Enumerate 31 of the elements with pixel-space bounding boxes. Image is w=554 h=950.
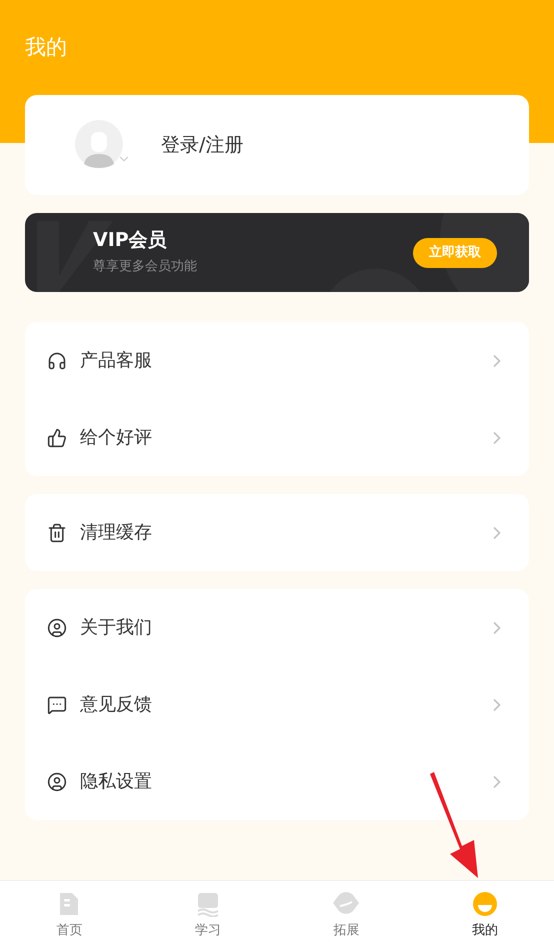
menu-label: 给个好评 [80, 426, 153, 450]
profile-card[interactable]: 登录/注册 [25, 95, 529, 195]
thumbs-up-icon [47, 428, 67, 448]
menu-item[interactable]: 关于我们 [25, 589, 529, 666]
headset-icon [47, 350, 67, 370]
user-circle-icon [47, 772, 67, 792]
smiley-icon [472, 890, 498, 917]
planet-icon [331, 890, 362, 917]
login-link[interactable]: 登录/注册 [161, 130, 244, 160]
page-title: 我的 [25, 34, 67, 61]
menu-label: 隐私设置 [80, 770, 153, 794]
vip-subtitle: 尊享更多会员功能 [93, 258, 198, 276]
tab-item[interactable]: 学习 [138, 881, 277, 950]
user-circle-icon [47, 618, 67, 638]
menu-item[interactable]: 给个好评 [25, 399, 529, 476]
menu-item[interactable]: 隐私设置 [25, 743, 529, 820]
tab-item[interactable]: 首页 [0, 881, 138, 950]
tab-item[interactable]: 拓展 [277, 881, 416, 950]
message-icon [47, 694, 67, 714]
menu-label: 产品客服 [80, 349, 153, 373]
menu-item[interactable]: 清理缓存 [25, 494, 529, 571]
menu-label: 关于我们 [80, 616, 153, 640]
vip-title: VIP会员 [93, 228, 168, 253]
avatar-icon [75, 120, 123, 168]
menu-item[interactable]: 产品客服 [25, 322, 529, 399]
book-icon [196, 890, 220, 917]
menu-item[interactable]: 意见反馈 [25, 666, 529, 743]
tab-item[interactable]: 我的 [416, 881, 554, 950]
trash-icon [47, 522, 67, 542]
menu-label: 清理缓存 [80, 521, 153, 545]
menu-label: 意见反馈 [80, 693, 153, 717]
